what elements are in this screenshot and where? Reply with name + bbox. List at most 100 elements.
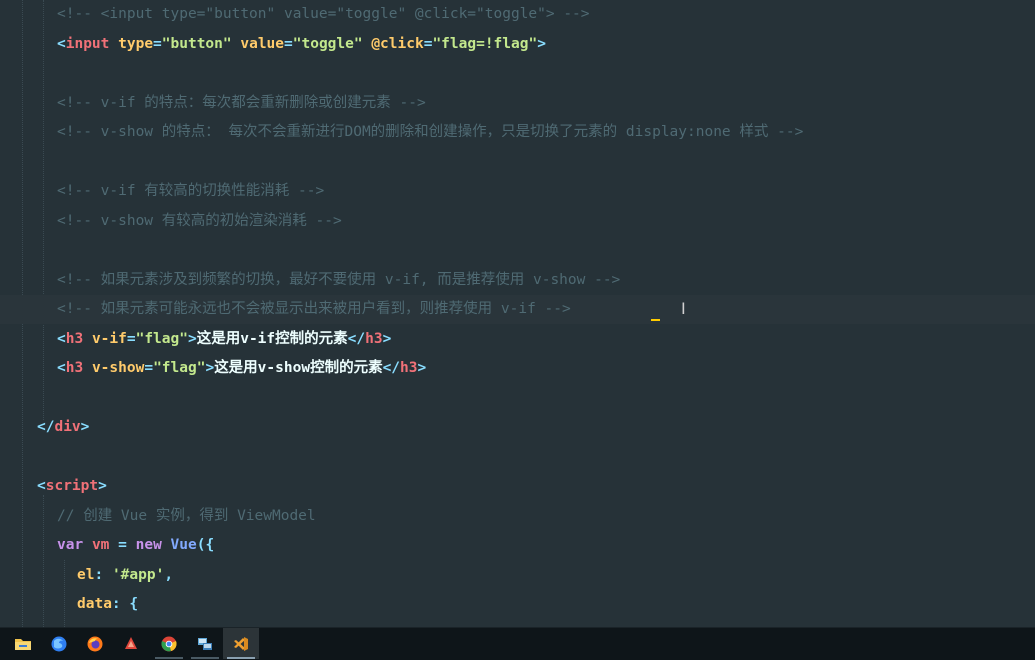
taskbar-chrome-button[interactable] <box>151 628 187 659</box>
code-token: : <box>94 566 104 583</box>
code-text: <!-- 如果元素涉及到频繁的切换，最好不要使用 v-if, 而是推荐使用 v-… <box>57 266 620 295</box>
code-token: 这是用v-if控制的元素 <box>196 330 348 347</box>
code-text: <!-- v-show 有较高的初始渲染消耗 --> <box>57 207 342 236</box>
code-token: <!-- v-show 的特点： 每次不会重新进行DOM的删除和创建操作，只是切… <box>57 124 804 140</box>
code-token: < <box>57 330 66 347</box>
code-token: < <box>57 360 66 376</box>
code-line[interactable]: </div> <box>0 413 1035 442</box>
code-text: <input type="button" value="toggle" @cli… <box>57 30 546 59</box>
code-text: <!-- v-if 有较高的切换性能消耗 --> <box>57 177 324 206</box>
code-token: "button" <box>161 35 232 52</box>
code-line[interactable] <box>0 384 1035 413</box>
code-text: <!-- 如果元素可能永远也不会被显示出来被用户看到，则推荐使用 v-if --… <box>57 295 571 324</box>
code-token: <!-- v-if 有较高的切换性能消耗 --> <box>57 183 325 199</box>
code-line[interactable]: <!-- v-show 有较高的初始渲染消耗 --> <box>0 207 1035 236</box>
firefox-dev-icon <box>50 635 68 653</box>
code-token: el <box>77 566 95 583</box>
code-token: </ <box>37 419 55 435</box>
code-token: var <box>57 537 84 553</box>
code-token: < <box>37 478 46 494</box>
taskbar-firefox-dev-button[interactable] <box>41 628 77 659</box>
code-line[interactable]: <!-- 如果元素涉及到频繁的切换，最好不要使用 v-if, 而是推荐使用 v-… <box>0 266 1035 295</box>
mouse-ibeam-cursor: I <box>681 299 686 318</box>
code-token: // 创建 Vue 实例，得到 ViewModel <box>57 507 316 524</box>
taskbar-vscode-button[interactable] <box>223 628 259 659</box>
code-token: new <box>135 537 162 553</box>
code-line[interactable]: data: { <box>0 590 1035 619</box>
code-token: div <box>54 419 81 435</box>
text-caret <box>651 319 660 321</box>
red-app-icon <box>122 635 140 653</box>
taskbar-firefox-button[interactable] <box>77 628 113 659</box>
code-text: var vm = new Vue({ <box>57 531 214 560</box>
code-token: <!-- <input type="button" value="toggle"… <box>57 6 590 22</box>
code-token: v-if <box>91 330 127 347</box>
code-token: > <box>98 478 107 494</box>
code-text: // 创建 Vue 实例，得到 ViewModel <box>57 502 316 531</box>
code-token: 这是用v-show控制的元素 <box>214 360 383 376</box>
code-token: > <box>80 419 90 435</box>
code-token: > <box>187 330 197 347</box>
code-text: el: '#app', <box>77 561 173 590</box>
code-token: h3 <box>400 360 418 376</box>
code-text: <h3 v-show="flag">这是用v-show控制的元素</h3> <box>57 354 426 383</box>
code-line[interactable]: <!-- v-show 的特点： 每次不会重新进行DOM的删除和创建操作，只是切… <box>0 118 1035 147</box>
code-token: value <box>240 35 285 52</box>
code-text: </div> <box>37 413 89 442</box>
code-token: > <box>205 360 215 376</box>
code-line[interactable]: <h3 v-if="flag">这是用v-if控制的元素</h3> <box>0 325 1035 354</box>
code-line[interactable] <box>0 59 1035 88</box>
code-token: <!-- v-show 有较高的初始渲染消耗 --> <box>57 212 342 229</box>
code-line[interactable]: <!-- v-if 的特点：每次都会重新删除或创建元素 --> <box>0 89 1035 118</box>
taskbar-app-red-button[interactable] <box>113 628 149 659</box>
code-text: <!-- v-show 的特点： 每次不会重新进行DOM的删除和创建操作，只是切… <box>57 118 803 147</box>
code-token: "flag=!flag" <box>432 35 538 52</box>
code-token: <!-- 如果元素可能永远也不会被显示出来被用户看到，则推荐使用 v-if --… <box>57 301 571 317</box>
taskbar-file-explorer-button[interactable] <box>5 628 41 659</box>
code-token: </ <box>382 360 401 376</box>
code-line-current[interactable]: <!-- 如果元素可能永远也不会被显示出来被用户看到，则推荐使用 v-if --… <box>0 295 1035 324</box>
code-editor[interactable]: <!-- <input type="button" value="toggle"… <box>0 0 1035 627</box>
code-line[interactable]: <script> <box>0 472 1035 501</box>
code-line[interactable] <box>0 443 1035 472</box>
code-token: '#app' <box>111 566 165 583</box>
code-token: data <box>77 596 112 612</box>
code-text: data: { <box>77 590 138 619</box>
code-text: <!-- <input type="button" value="toggle"… <box>57 0 590 29</box>
taskbar-remote-tool-button[interactable] <box>187 628 223 659</box>
code-token: vm <box>91 537 110 553</box>
chrome-icon <box>160 635 178 653</box>
code-line[interactable]: <h3 v-show="flag">这是用v-show控制的元素</h3> <box>0 354 1035 383</box>
taskbar <box>0 627 1035 660</box>
code-token: Vue <box>170 537 197 553</box>
code-line[interactable] <box>0 148 1035 177</box>
code-token: h3 <box>365 330 383 347</box>
code-token: = <box>118 537 127 553</box>
folder-icon <box>14 635 32 653</box>
code-line[interactable]: <input type="button" value="toggle" @cli… <box>0 30 1035 59</box>
code-line[interactable]: var vm = new Vue({ <box>0 531 1035 560</box>
code-line[interactable]: <!-- v-if 有较高的切换性能消耗 --> <box>0 177 1035 206</box>
code-token: : <box>111 596 121 612</box>
code-token: input <box>65 35 110 52</box>
code-token: "flag" <box>153 360 206 376</box>
code-line[interactable] <box>0 236 1035 265</box>
code-token: h3 <box>65 330 84 347</box>
code-line[interactable]: el: '#app', <box>0 561 1035 590</box>
code-line[interactable]: <!-- <input type="button" value="toggle"… <box>0 0 1035 29</box>
code-token: > <box>537 35 546 52</box>
code-token: h3 <box>65 360 84 376</box>
code-token: = <box>144 360 154 376</box>
code-token: = <box>284 35 293 52</box>
code-token: </ <box>347 330 366 347</box>
code-line[interactable]: // 创建 Vue 实例，得到 ViewModel <box>0 502 1035 531</box>
code-token: > <box>382 330 392 347</box>
code-text: <script> <box>37 472 107 501</box>
code-token: @click <box>371 35 424 52</box>
vscode-icon <box>232 635 250 653</box>
